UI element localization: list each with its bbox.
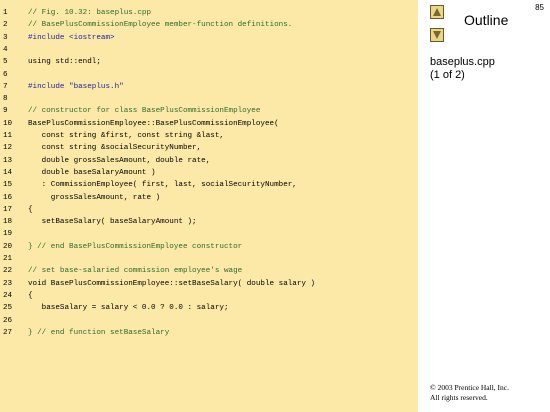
code-text: grossSalesAmount, rate )	[28, 193, 161, 202]
code-line: 16 grossSalesAmount, rate )	[0, 192, 418, 204]
line-number: 23	[3, 279, 13, 288]
code-text: #include <iostream>	[28, 33, 115, 42]
code-text: const string &first, const string &last,	[28, 132, 224, 140]
line-number: 16	[3, 193, 13, 202]
code-line: 4	[0, 44, 418, 56]
code-text: // set base-salaried commission employee…	[28, 267, 243, 276]
code-line: 3 #include <iostream>	[0, 32, 418, 44]
line-number: 3	[3, 33, 8, 42]
line-number: 7	[3, 82, 8, 91]
line-number: 26	[3, 316, 13, 325]
code-line: 6	[0, 69, 418, 81]
code-line: 26	[0, 315, 418, 327]
code-listing: 1 // Fig. 10.32: baseplus.cpp 2 // BasePlus…	[0, 0, 418, 412]
code-line: 2 // BasePlusCommissionEmployee member-fu…	[0, 19, 418, 31]
line-number: 19	[3, 230, 13, 239]
code-line: 12 const string &socialSecurityNumber,	[0, 142, 418, 154]
line-number: 20	[3, 242, 13, 251]
code-text: {	[28, 291, 33, 300]
line-number: 27	[3, 328, 13, 337]
line-number: 21	[3, 255, 13, 263]
code-text: const string &socialSecurityNumber,	[28, 144, 202, 153]
code-line: 8	[0, 93, 418, 105]
code-line: 19	[0, 228, 418, 240]
line-number: 25	[3, 304, 13, 313]
line-number: 15	[3, 181, 13, 190]
outline-sidebar: Outline 85 baseplus.cpp (1 of 2) © 2003 …	[418, 0, 550, 412]
code-line: 5 using std::endl;	[0, 56, 418, 68]
code-text: {	[28, 205, 33, 214]
code-text: setBaseSalary( baseSalaryAmount );	[28, 218, 197, 227]
code-line: 7 #include "baseplus.h"	[0, 81, 418, 93]
code-text: void BasePlusCommissionEmployee::setBase…	[28, 279, 316, 288]
line-number: 12	[3, 144, 13, 153]
code-line: 1 // Fig. 10.32: baseplus.cpp	[0, 7, 418, 19]
code-line: 20 } // end BasePlusCommissionEmployee co…	[0, 241, 418, 253]
triangle-up-icon	[433, 8, 441, 16]
code-line: 27 } // end function setBaseSalary	[0, 327, 418, 339]
line-number: 1	[3, 9, 8, 17]
code-line: 9 // constructor for class BasePlusCommis…	[0, 105, 418, 117]
code-text: double grossSalesAmount, double rate,	[28, 156, 211, 165]
next-slide-button[interactable]	[430, 28, 444, 42]
line-number: 5	[3, 58, 8, 67]
code-text: } // end function setBaseSalary	[28, 328, 170, 337]
line-number: 2	[3, 21, 8, 30]
line-number: 4	[3, 45, 8, 54]
code-line: 24 {	[0, 290, 418, 302]
code-text: // BasePlusCommissionEmployee member-fun…	[28, 21, 293, 30]
line-number: 17	[3, 205, 13, 214]
line-number: 13	[3, 156, 13, 165]
code-text: } // end BasePlusCommissionEmployee cons…	[28, 242, 243, 251]
line-number: 10	[3, 119, 13, 128]
line-number: 8	[3, 95, 8, 104]
code-text: BasePlusCommissionEmployee::BasePlusComm…	[28, 119, 279, 128]
code-text: : CommissionEmployee( first, last, socia…	[28, 181, 297, 190]
code-text: #include "baseplus.h"	[28, 82, 124, 91]
code-line: 17 {	[0, 204, 418, 216]
line-number: 22	[3, 267, 13, 276]
code-line: 15 : CommissionEmployee( first, last, so…	[0, 179, 418, 191]
file-name: baseplus.cpp	[430, 56, 495, 68]
copyright-line: © 2003 Prentice Hall, Inc.	[430, 383, 510, 392]
code-text: double baseSalaryAmount )	[28, 168, 156, 177]
file-part: (1 of 2)	[430, 69, 465, 81]
line-number: 18	[3, 218, 13, 227]
code-line: 25 baseSalary = salary < 0.0 ? 0.0 : sal…	[0, 302, 418, 314]
copyright-notice: © 2003 Prentice Hall, Inc. All rights re…	[430, 383, 509, 403]
code-text: baseSalary = salary < 0.0 ? 0.0 : salary…	[28, 304, 229, 313]
line-number: 6	[3, 70, 8, 79]
code-line: 21	[0, 253, 418, 265]
line-number: 14	[3, 168, 13, 177]
triangle-down-icon	[433, 31, 441, 39]
code-line: 22 // set base-salaried commission employ…	[0, 265, 418, 277]
code-text: using std::endl;	[28, 58, 101, 67]
page-number: 85	[535, 3, 544, 12]
code-line: 11 const string &first, const string &la…	[0, 130, 418, 142]
code-text: // Fig. 10.32: baseplus.cpp	[28, 9, 152, 17]
code-line: 13 double grossSalesAmount, double rate,	[0, 155, 418, 167]
previous-slide-button[interactable]	[430, 5, 444, 19]
outline-title: Outline	[464, 12, 509, 28]
code-line: 10 BasePlusCommissionEmployee::BasePlusCo…	[0, 118, 418, 130]
code-line: 14 double baseSalaryAmount )	[0, 167, 418, 179]
line-number: 9	[3, 107, 8, 116]
line-number: 11	[3, 132, 13, 140]
code-text: // constructor for class BasePlusCommiss…	[28, 107, 261, 116]
line-number: 24	[3, 291, 13, 300]
code-line: 23 void BasePlusCommissionEmployee::setBa…	[0, 278, 418, 290]
code-line: 18 setBaseSalary( baseSalaryAmount );	[0, 216, 418, 228]
rights-line: All rights reserved.	[430, 393, 488, 402]
